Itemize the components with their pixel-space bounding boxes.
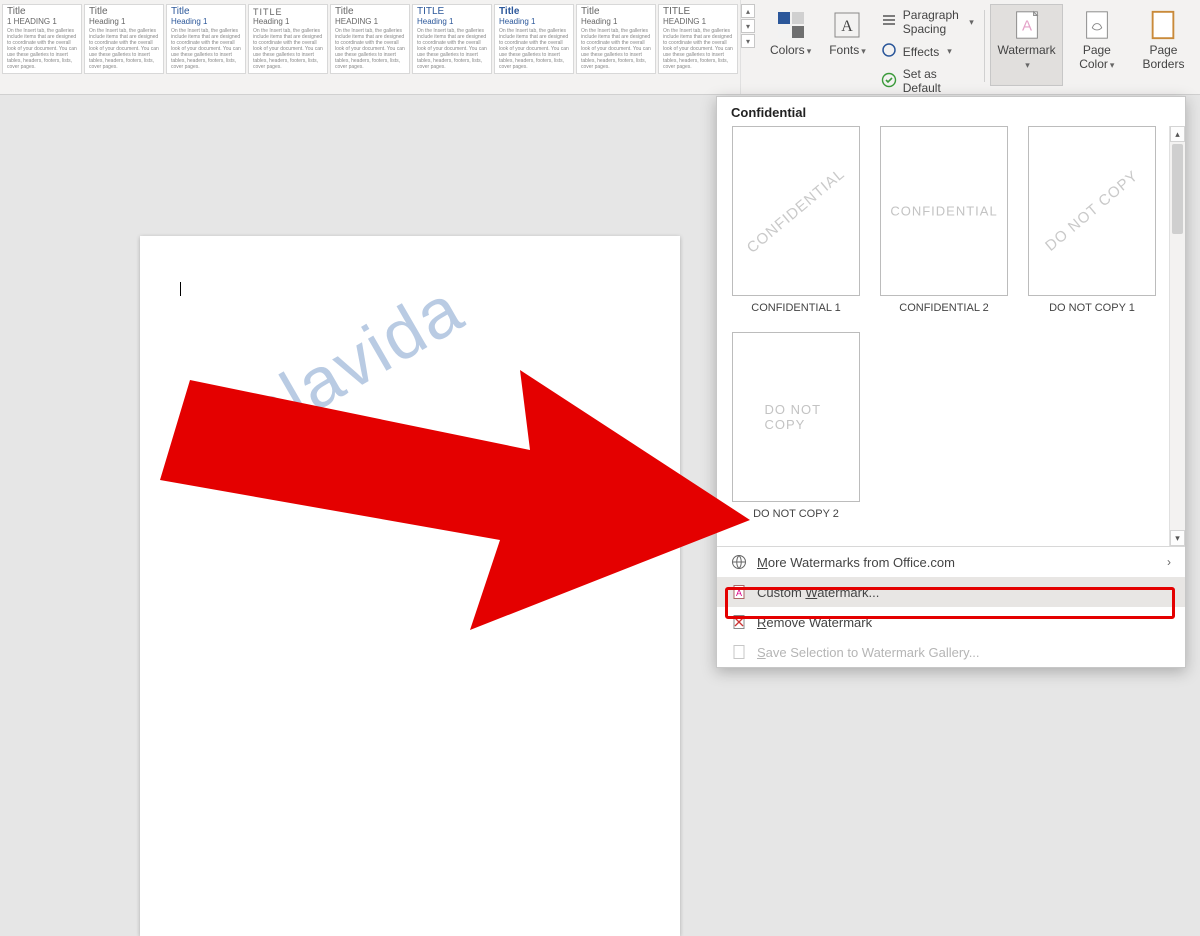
watermark-caption: DO NOT COPY 2 xyxy=(753,508,839,520)
page-color-icon xyxy=(1081,9,1113,41)
page-watermark-text: Malavida xyxy=(180,268,476,485)
formatting-options-stack: Paragraph Spacing▾ Effects▾ Set as Defau… xyxy=(877,4,978,97)
watermark-icon: A xyxy=(1011,9,1043,41)
paragraph-spacing-label: Paragraph Spacing xyxy=(903,8,961,36)
page-color-button[interactable]: Page Color▾ xyxy=(1067,4,1127,86)
style-preset-7[interactable]: TitleHeading 1On the Insert tab, the gal… xyxy=(576,4,656,74)
watermark-caption: DO NOT COPY 1 xyxy=(1049,302,1135,314)
gallery-more-icon[interactable]: ▾ xyxy=(741,34,755,48)
style-preset-3[interactable]: TITLEHeading 1On the Insert tab, the gal… xyxy=(248,4,328,74)
watermark-preset-0[interactable]: CONFIDENTIAL CONFIDENTIAL 1 xyxy=(731,126,861,314)
watermark-gallery-panel: Confidential CONFIDENTIALCONFIDENTIAL 1C… xyxy=(716,96,1186,668)
page-color-label: Page Color xyxy=(1079,43,1111,71)
scrollbar-thumb[interactable] xyxy=(1172,144,1183,234)
effects-label: Effects xyxy=(903,45,939,59)
gallery-scrollbar[interactable]: ▴ ▾ xyxy=(1169,126,1185,546)
colors-button[interactable]: Colors▾ xyxy=(763,4,818,86)
svg-text:A: A xyxy=(842,18,854,35)
watermark-category-header: Confidential xyxy=(717,97,1185,126)
watermark-grid: CONFIDENTIALCONFIDENTIAL 1CONFIDENTIALCO… xyxy=(731,126,1175,520)
ribbon-right-group: Colors▾ A Fonts▾ Paragraph Spacing▾ Effe… xyxy=(755,0,1200,94)
set-default-button[interactable]: Set as Default xyxy=(877,65,978,97)
effects-icon xyxy=(881,42,897,61)
document-page[interactable]: Malavida xyxy=(140,236,680,936)
scroll-up-icon[interactable]: ▴ xyxy=(1170,126,1185,142)
style-preset-2[interactable]: TitleHeading 1On the Insert tab, the gal… xyxy=(166,4,246,74)
style-preset-1[interactable]: TitleHeading 1On the Insert tab, the gal… xyxy=(84,4,164,74)
text-cursor xyxy=(180,282,181,296)
set-default-label: Set as Default xyxy=(903,67,974,95)
watermark-thumb-text: DO NOT COPY xyxy=(765,402,828,432)
gallery-scroll-controls[interactable]: ▴ ▾ ▾ xyxy=(741,4,755,94)
effects-button[interactable]: Effects▾ xyxy=(877,40,978,63)
scroll-down-icon[interactable]: ▾ xyxy=(1170,530,1185,546)
watermark-preset-1[interactable]: CONFIDENTIAL CONFIDENTIAL 2 xyxy=(879,126,1009,314)
watermark-thumb: DO NOT COPY xyxy=(732,332,860,502)
style-preset-0[interactable]: Title1 HEADING 1On the Insert tab, the g… xyxy=(2,4,82,74)
page-a-icon: A xyxy=(731,584,747,600)
style-preset-6[interactable]: TitleHeading 1On the Insert tab, the gal… xyxy=(494,4,574,74)
watermark-thumb-text: DO NOT COPY xyxy=(1042,167,1142,254)
svg-text:A: A xyxy=(736,588,742,598)
remove-page-icon xyxy=(731,614,747,630)
watermark-thumb: CONFIDENTIAL xyxy=(732,126,860,296)
design-ribbon: Title1 HEADING 1On the Insert tab, the g… xyxy=(0,0,1200,95)
watermark-menu-footer: More Watermarks from Office.com › A Cust… xyxy=(717,546,1185,667)
style-preset-4[interactable]: TitleHEADING 1On the Insert tab, the gal… xyxy=(330,4,410,74)
fonts-label: Fonts xyxy=(829,43,859,57)
style-preset-8[interactable]: TITLEHEADING 1On the Insert tab, the gal… xyxy=(658,4,738,74)
paragraph-spacing-button[interactable]: Paragraph Spacing▾ xyxy=(877,6,978,38)
watermark-label: Watermark xyxy=(997,43,1055,57)
colors-icon xyxy=(775,9,807,41)
custom-watermark-menu-item[interactable]: A Custom Watermark... xyxy=(717,577,1185,607)
page-borders-label: Page Borders xyxy=(1138,43,1189,71)
gallery-down-icon[interactable]: ▾ xyxy=(741,19,755,33)
ribbon-separator xyxy=(984,10,985,82)
fonts-icon: A xyxy=(831,9,863,41)
fonts-button[interactable]: A Fonts▾ xyxy=(822,4,873,86)
watermark-caption: CONFIDENTIAL 2 xyxy=(899,302,988,314)
watermark-gallery-scroll[interactable]: CONFIDENTIALCONFIDENTIAL 1CONFIDENTIALCO… xyxy=(717,126,1185,546)
watermark-preset-3[interactable]: DO NOT COPY DO NOT COPY 2 xyxy=(731,332,861,520)
watermark-thumb: CONFIDENTIAL xyxy=(880,126,1008,296)
submenu-caret-icon: › xyxy=(1167,555,1171,569)
watermark-thumb: DO NOT COPY xyxy=(1028,126,1156,296)
page-borders-icon xyxy=(1147,9,1179,41)
remove-watermark-label: Remove Watermark xyxy=(757,615,872,630)
more-watermarks-menu-item[interactable]: More Watermarks from Office.com › xyxy=(717,547,1185,577)
check-icon xyxy=(881,72,897,91)
svg-text:A: A xyxy=(1022,18,1032,35)
colors-label: Colors xyxy=(770,43,805,57)
paragraph-spacing-icon xyxy=(881,13,897,32)
custom-watermark-label: Custom Watermark... xyxy=(757,585,879,600)
save-selection-label: Save Selection to Watermark Gallery... xyxy=(757,645,980,660)
document-formatting-gallery[interactable]: Title1 HEADING 1On the Insert tab, the g… xyxy=(0,0,741,94)
watermark-thumb-text: CONFIDENTIAL xyxy=(890,204,997,219)
save-gallery-icon xyxy=(731,644,747,660)
page-borders-button[interactable]: Page Borders xyxy=(1131,4,1196,86)
save-selection-menu-item: Save Selection to Watermark Gallery... xyxy=(717,637,1185,667)
more-watermarks-label: More Watermarks from Office.com xyxy=(757,555,955,570)
globe-icon xyxy=(731,554,747,570)
watermark-caption: CONFIDENTIAL 1 xyxy=(751,302,840,314)
style-preset-5[interactable]: TITLEHeading 1On the Insert tab, the gal… xyxy=(412,4,492,74)
gallery-up-icon[interactable]: ▴ xyxy=(741,4,755,18)
watermark-preset-2[interactable]: DO NOT COPY DO NOT COPY 1 xyxy=(1027,126,1157,314)
remove-watermark-menu-item[interactable]: Remove Watermark xyxy=(717,607,1185,637)
watermark-button[interactable]: A Watermark▾ xyxy=(990,4,1062,86)
watermark-thumb-text: CONFIDENTIAL xyxy=(744,165,848,256)
